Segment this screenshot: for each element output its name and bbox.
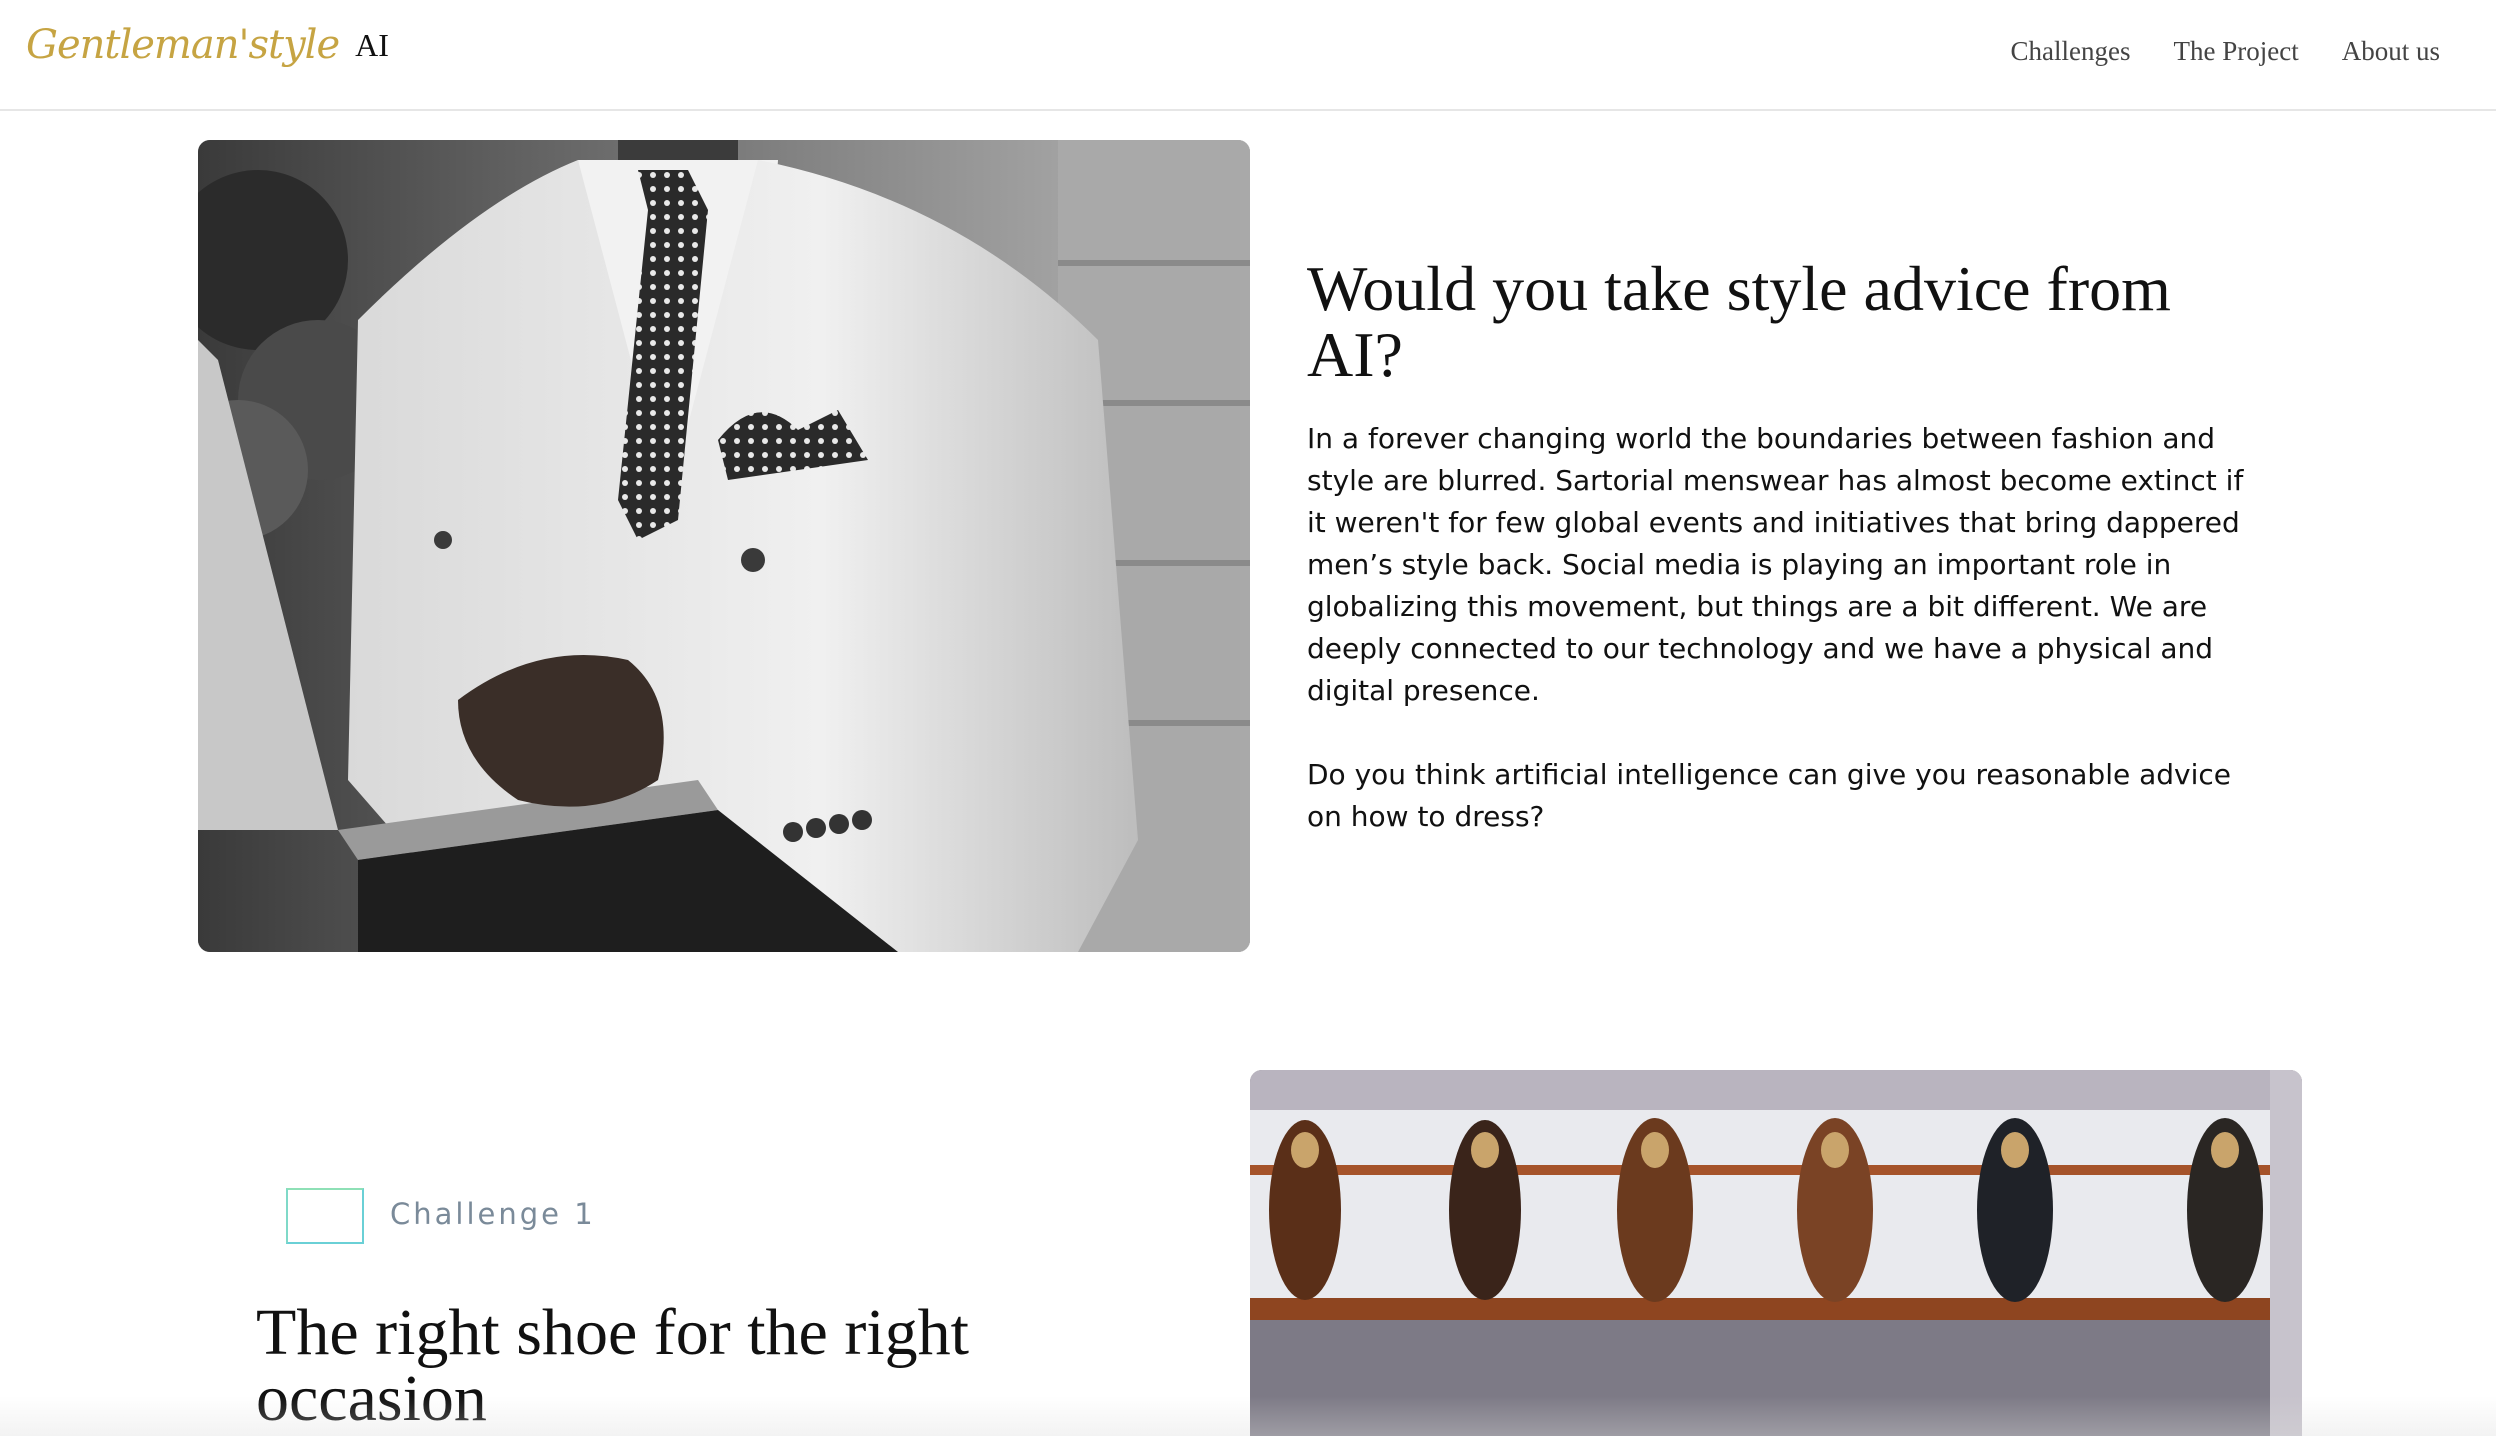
shoe-4 [1797, 1118, 1873, 1302]
site-logo[interactable]: Gentleman'style AI [26, 22, 389, 68]
main-nav: Challenges The Project About us [2011, 36, 2440, 67]
hero-paragraph-2: Do you think artificial intelligence can… [1307, 758, 2231, 833]
hero-paragraph-1: In a forever changing world the boundari… [1307, 422, 2244, 707]
nav-the-project[interactable]: The Project [2174, 36, 2299, 67]
nav-about-us[interactable]: About us [2342, 36, 2440, 67]
challenge-badge-icon [286, 1188, 364, 1244]
shoe-6 [2187, 1118, 2263, 1302]
shoe-5 [1977, 1118, 2053, 1302]
nav-challenges[interactable]: Challenges [2011, 36, 2131, 67]
shoes-image [1250, 1070, 2302, 1436]
hero-body: In a forever changing world the boundari… [1307, 418, 2247, 838]
shoe-1 [1269, 1120, 1341, 1300]
logo-ai-text: AI [355, 26, 389, 63]
hero-image [198, 140, 1250, 952]
challenge-label: Challenge 1 [390, 1197, 596, 1231]
site-header: Gentleman'style AI Challenges The Projec… [0, 0, 2496, 111]
shoes-photo-illustration [1250, 1070, 2302, 1436]
hero-photo-illustration [198, 140, 1250, 952]
shoe-2 [1449, 1120, 1521, 1300]
logo-script: Gentleman'style [26, 22, 340, 68]
challenge-title: The right shoe for the right occasion [256, 1296, 969, 1435]
shoe-3 [1617, 1118, 1693, 1302]
hero-title: Would you take style advice from AI? [1307, 253, 2171, 390]
